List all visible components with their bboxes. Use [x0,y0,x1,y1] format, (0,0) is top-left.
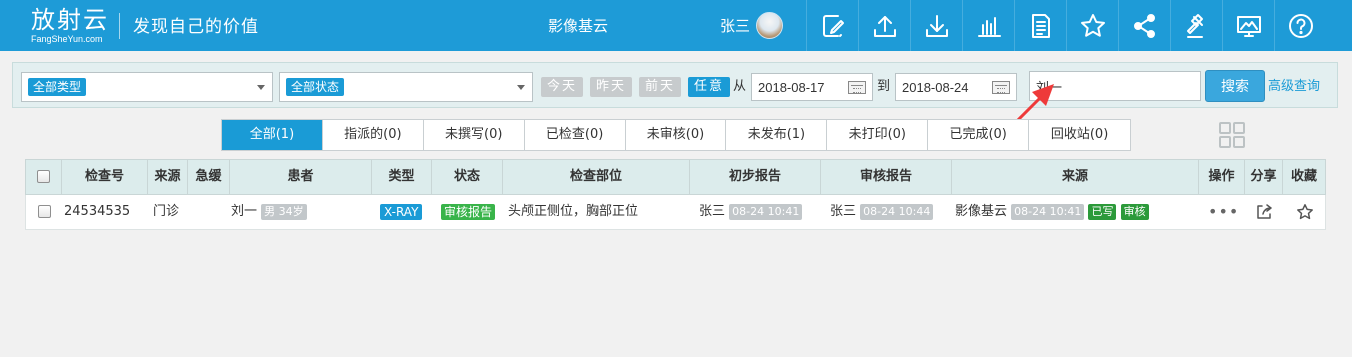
bar-chart-icon[interactable] [962,0,1014,51]
header-urgency[interactable]: 急缓 [188,160,230,194]
header-select-all-cell [26,160,62,194]
header-status[interactable]: 状态 [432,160,503,194]
from-date-value: 2018-08-17 [758,80,825,95]
download-icon[interactable] [910,0,962,51]
logo[interactable]: 放射云 FangSheYun.com [31,6,111,45]
type-select[interactable]: 全部类型 [21,72,273,102]
search-button[interactable]: 搜索 [1205,70,1265,102]
source: 门诊 [153,204,180,219]
status-select-value: 全部状态 [286,78,345,96]
status-badge: 审核报告 [441,203,496,220]
top-header: 放射云 FangSheYun.com 发现自己的价值 影像基云 张三 [0,0,1352,51]
gavel-icon[interactable] [1170,0,1222,51]
to-date-value: 2018-08-24 [902,80,969,95]
origin-time-badge: 08-24 10:41 [1011,203,1085,220]
today-button[interactable]: 今天 [541,77,583,97]
share-icon[interactable] [1118,0,1170,51]
origin-name: 影像基云 [955,204,1008,219]
monitor-icon[interactable] [1222,0,1274,51]
body-part: 头颅正侧位，胸部正位 [508,204,639,219]
from-label: 从 [733,79,747,94]
favorite-star-icon[interactable] [1296,203,1314,225]
logo-subtext: FangSheYun.com [31,34,103,44]
logo-text: 放射云 [31,6,109,34]
grid-view-icon[interactable] [1218,121,1246,149]
header-patient[interactable]: 患者 [230,160,372,194]
tab-assigned[interactable]: 指派的(0) [323,120,424,150]
share-icon[interactable] [1255,203,1273,225]
tab-unpublished[interactable]: 未发布(1) [726,120,828,150]
reviewed-badge: 审核 [1120,203,1149,220]
patient-cell[interactable]: 刘一 男 34岁 [231,195,307,229]
exam-no: 24534535 [64,204,131,219]
review-doctor: 张三 [830,204,857,219]
select-all-checkbox[interactable] [37,170,50,183]
chevron-down-icon [257,85,265,90]
to-label: 到 [877,79,891,94]
origin-cell: 影像基云 08-24 10:41 已写 审核 [955,195,1149,229]
modality-badge: X-RAY [380,203,423,220]
tab-unwritten[interactable]: 未撰写(0) [424,120,525,150]
tab-unprinted[interactable]: 未打印(0) [827,120,929,150]
from-date-field[interactable]: 2018-08-17 [751,73,873,101]
header-favorite: 收藏 [1290,169,1317,184]
site-name[interactable]: 影像基云 [548,16,608,36]
prelim-doctor: 张三 [699,204,726,219]
slogan: 发现自己的价值 [133,17,259,37]
header-actions: 操作 [1199,160,1245,194]
header-type[interactable]: 类型 [372,160,432,194]
any-date-button[interactable]: 任意 [688,77,730,97]
filter-bar: 全部类型 全部状态 今天 昨天 前天 任意 从 2018-08-17 到 201… [12,62,1338,108]
star-icon[interactable] [1066,0,1118,51]
type-select-value: 全部类型 [28,78,87,96]
avatar[interactable] [756,12,783,39]
to-date-field[interactable]: 2018-08-24 [895,73,1017,101]
document-icon[interactable] [1014,0,1066,51]
header-exam-no[interactable]: 检查号 [62,160,148,194]
upload-icon[interactable] [858,0,910,51]
header-divider [119,13,120,39]
username[interactable]: 张三 [720,16,750,36]
header-prelim-report[interactable]: 初步报告 [690,160,821,194]
more-actions-icon[interactable]: ••• [1208,195,1239,229]
table-header: 检查号 来源 急缓 患者 类型 状态 检查部位 初步报告 审核报告 来源 操作 … [25,159,1326,195]
calendar-icon[interactable] [848,81,866,94]
header-share: 分享 [1245,160,1283,194]
prelim-time-badge: 08-24 10:41 [729,203,803,220]
status-tabs: 全部(1) 指派的(0) 未撰写(0) 已检查(0) 未审核(0) 未发布(1)… [221,119,1131,151]
exam-table: 检查号 来源 急缓 患者 类型 状态 检查部位 初步报告 审核报告 来源 操作 … [25,159,1326,230]
status-cell: 审核报告 [441,195,496,229]
header-source[interactable]: 来源 [148,160,188,194]
header-origin[interactable]: 来源 [952,160,1199,194]
chevron-down-icon [517,85,525,90]
modality-cell: X-RAY [380,195,423,229]
tab-completed[interactable]: 已完成(0) [928,120,1030,150]
yesterday-button[interactable]: 昨天 [590,77,632,97]
patient-name: 刘一 [231,204,258,219]
advanced-search-link[interactable]: 高级查询 [1268,78,1320,96]
review-report-cell: 张三 08-24 10:44 [830,195,934,229]
tab-unreviewed[interactable]: 未审核(0) [626,120,727,150]
review-time-badge: 08-24 10:44 [860,203,934,220]
status-select[interactable]: 全部状态 [279,72,533,102]
row-checkbox[interactable] [38,205,51,218]
patient-info-badge: 男 34岁 [261,203,307,220]
header-body-part[interactable]: 检查部位 [503,160,690,194]
header-review-report[interactable]: 审核报告 [821,160,952,194]
edit-icon[interactable] [806,0,858,51]
help-icon[interactable] [1274,0,1326,51]
tab-examined[interactable]: 已检查(0) [525,120,626,150]
table-row[interactable]: 24534535 门诊 刘一 男 34岁 X-RAY 审核报告 头颅正侧位，胸部… [25,195,1326,230]
tab-recycle-bin[interactable]: 回收站(0) [1029,120,1130,150]
prelim-report-cell: 张三 08-24 10:41 [699,195,803,229]
tab-all[interactable]: 全部(1) [222,120,323,150]
written-badge: 已写 [1088,203,1117,220]
day-before-button[interactable]: 前天 [639,77,681,97]
